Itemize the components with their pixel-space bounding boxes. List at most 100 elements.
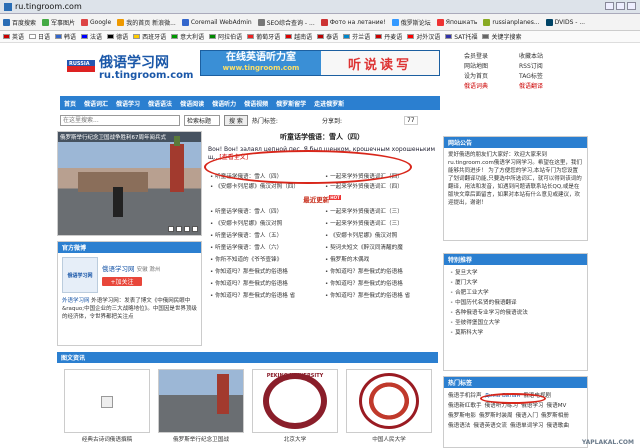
language-link[interactable]: 芬兰语 bbox=[343, 32, 370, 41]
news-card[interactable]: PEKING UNIVERSITY 北京大学 bbox=[251, 369, 339, 443]
news-card[interactable]: 俄罗斯举行纪念卫国战 bbox=[157, 369, 245, 443]
language-link[interactable]: 越南语 bbox=[285, 32, 312, 41]
bookmark-item[interactable]: 军事图片 bbox=[42, 18, 75, 27]
language-link[interactable]: 对外汉语 bbox=[407, 32, 440, 41]
bookmark-item[interactable]: 俄罗斯论坛 bbox=[391, 18, 431, 27]
tag-link[interactable]: 俄语英语交流 bbox=[473, 421, 507, 431]
avatar[interactable]: 俄语学习网 bbox=[62, 257, 98, 293]
language-link[interactable]: 西班牙语 bbox=[133, 32, 166, 41]
top-link[interactable]: 网站地图 bbox=[464, 61, 519, 70]
recommend-item[interactable]: 各种俄语专业学习的俄语说法 bbox=[450, 308, 581, 318]
recommend-item[interactable]: 圣彼得堡国立大学 bbox=[450, 318, 581, 328]
language-link[interactable]: 丹麦语 bbox=[375, 32, 402, 41]
article-link[interactable]: • 听童话学俄语：雪人（六） bbox=[210, 243, 319, 251]
tag-link[interactable]: 俄语语法 bbox=[448, 421, 470, 431]
url-text[interactable]: ru.tingroom.com bbox=[15, 2, 82, 11]
article-link[interactable]: • 《安娜卡列尼娜》俄汉对照 bbox=[325, 231, 434, 239]
language-link[interactable]: 关键字搜索 bbox=[482, 32, 521, 41]
article-link[interactable]: • 俄罗斯的木偶戏 bbox=[325, 255, 434, 263]
article-link[interactable]: • 你知道吗？那些俄式的俗语格 省 bbox=[325, 291, 434, 299]
news-card[interactable]: 中国人民大学 bbox=[345, 369, 433, 443]
bookmark-item[interactable]: Google bbox=[81, 18, 111, 26]
top-link[interactable]: 收藏本站 bbox=[519, 51, 574, 60]
language-link[interactable]: 意大利语 bbox=[171, 32, 204, 41]
minimize-icon[interactable] bbox=[605, 2, 614, 10]
nav-item[interactable]: 首页 bbox=[64, 99, 76, 108]
language-link[interactable]: 日语 bbox=[29, 32, 50, 41]
slide-dot[interactable] bbox=[176, 226, 182, 232]
recommend-item[interactable]: 复旦大学 bbox=[450, 268, 581, 278]
bookmark-item[interactable]: 百度搜索 bbox=[3, 18, 36, 27]
bookmark-item[interactable]: Япошкать bbox=[436, 18, 477, 26]
ad-banner[interactable]: 在线英语听力室 www.tingroom.com 听说读写 bbox=[200, 50, 440, 76]
search-button[interactable]: 搜 索 bbox=[224, 115, 248, 126]
article-link[interactable]: • 听童话学俄语：雪人（四） bbox=[210, 207, 319, 215]
featured-title[interactable]: 听童话学俄语：雪人（四） bbox=[206, 132, 438, 142]
slide-dot[interactable] bbox=[184, 226, 190, 232]
article-link[interactable]: • 一起来学外贸俄语词汇（三） bbox=[325, 219, 434, 227]
tag-link[interactable]: 俄语新红歌手 bbox=[448, 401, 482, 411]
article-link[interactable]: • 你所不知道的《爷爷壹锋》 bbox=[210, 255, 319, 263]
follow-button[interactable]: +加关注 bbox=[102, 277, 142, 286]
article-link[interactable]: • 一起来学外贸俄语词汇（三） bbox=[325, 207, 434, 215]
nav-item[interactable]: 俄语词汇 bbox=[84, 99, 108, 108]
tag-link[interactable]: 俄语手机铃声 bbox=[448, 391, 482, 401]
maximize-icon[interactable] bbox=[616, 2, 625, 10]
nav-item[interactable]: 走进俄罗斯 bbox=[314, 99, 344, 108]
article-link[interactable]: • 你知道吗？那些俄式的俗语格 bbox=[325, 279, 434, 287]
weibo-post-author[interactable]: 外语学习网 bbox=[62, 298, 90, 304]
article-link[interactable]: • 你知道吗？那些俄式的俗语格 省 bbox=[210, 291, 319, 299]
language-link[interactable]: SAT托福 bbox=[445, 32, 477, 41]
language-link[interactable]: 阿拉伯语 bbox=[209, 32, 242, 41]
search-scope-select[interactable]: 检索标题 bbox=[184, 115, 220, 126]
language-link[interactable]: 韩语 bbox=[55, 32, 76, 41]
bookmark-item[interactable]: SEO综合查询 - ... bbox=[257, 18, 315, 27]
nav-item[interactable]: 俄罗斯留学 bbox=[276, 99, 306, 108]
language-link[interactable]: 葡萄牙语 bbox=[247, 32, 280, 41]
nav-item[interactable]: 俄语听力 bbox=[212, 99, 236, 108]
nav-item[interactable]: 俄语阅读 bbox=[180, 99, 204, 108]
bookmark-item[interactable]: russianplanes... bbox=[483, 18, 540, 26]
bookmark-item[interactable]: Фото на летание! bbox=[320, 18, 386, 26]
article-link[interactable]: • 契诃夫短文《醉汉同清醒的魔 bbox=[325, 243, 434, 251]
bookmark-item[interactable]: Coremail WebAdmin bbox=[181, 18, 252, 26]
tag-link[interactable]: 俄语歌曲 bbox=[547, 421, 569, 431]
language-link[interactable]: 英语 bbox=[3, 32, 24, 41]
tag-link[interactable]: 俄语入门 bbox=[516, 411, 538, 421]
bookmark-item[interactable]: 我的首页 新浪微... bbox=[117, 18, 176, 27]
close-icon[interactable] bbox=[627, 2, 636, 10]
nav-item[interactable]: 俄语学习 bbox=[116, 99, 140, 108]
top-link[interactable]: RSS订阅 bbox=[519, 61, 574, 70]
address-bar[interactable]: ru.tingroom.com bbox=[0, 0, 640, 14]
photo-slideshow[interactable]: 俄罗斯举行纪念卫国战争胜利67周年阅兵式 bbox=[57, 131, 202, 236]
article-link[interactable]: • 你知道吗？那些俄式的俗语格 bbox=[210, 267, 319, 275]
top-link[interactable]: TAG标签 bbox=[519, 71, 574, 80]
tag-link[interactable]: 俄语MV bbox=[547, 401, 567, 411]
site-logo[interactable]: RUSSIA 俄语学习网 ru.tingroom.com bbox=[67, 50, 195, 88]
weibo-name[interactable]: 俄语学习网 bbox=[102, 265, 135, 273]
top-link[interactable]: 俄语翻译 bbox=[519, 81, 574, 90]
language-link[interactable]: 德语 bbox=[107, 32, 128, 41]
article-link[interactable]: • 你知道吗？那些俄式的俗语格 bbox=[325, 267, 434, 275]
tag-link[interactable]: 俄罗斯时装周 bbox=[479, 411, 513, 421]
slide-dot[interactable] bbox=[192, 226, 198, 232]
article-link[interactable]: • 《安娜卡列尼娜》俄汉对照 bbox=[210, 219, 319, 227]
language-link[interactable]: 泰语 bbox=[317, 32, 338, 41]
top-link[interactable]: 设为首页 bbox=[464, 71, 519, 80]
nav-item[interactable]: 俄语语法 bbox=[148, 99, 172, 108]
recommend-item[interactable]: 中国历代名贤的俄语翻译 bbox=[450, 298, 581, 308]
recommend-item[interactable]: 合肥工业大学 bbox=[450, 288, 581, 298]
search-input[interactable] bbox=[60, 115, 180, 126]
recommend-item[interactable]: 厦门大学 bbox=[450, 278, 581, 288]
article-link[interactable]: • 一起来学外贸俄语词汇（四） bbox=[325, 182, 434, 190]
news-card[interactable]: 经典古诗词俄语撰稿 bbox=[63, 369, 151, 443]
article-link[interactable]: • 你知道吗？那些俄式的俗语格 bbox=[210, 279, 319, 287]
recommend-item[interactable]: 莫斯科大学 bbox=[450, 328, 581, 338]
article-link[interactable]: • 听童话学俄语：雪人（五） bbox=[210, 231, 319, 239]
top-link[interactable]: 会员登录 bbox=[464, 51, 519, 60]
language-link[interactable]: 法语 bbox=[81, 32, 102, 41]
tag-link[interactable]: 俄罗斯相册 bbox=[541, 411, 569, 421]
top-link[interactable]: 俄语词典 bbox=[464, 81, 519, 90]
bookmark-item[interactable]: DVIDS - ... bbox=[545, 18, 585, 26]
tag-link[interactable]: 俄语单词学习 bbox=[510, 421, 544, 431]
